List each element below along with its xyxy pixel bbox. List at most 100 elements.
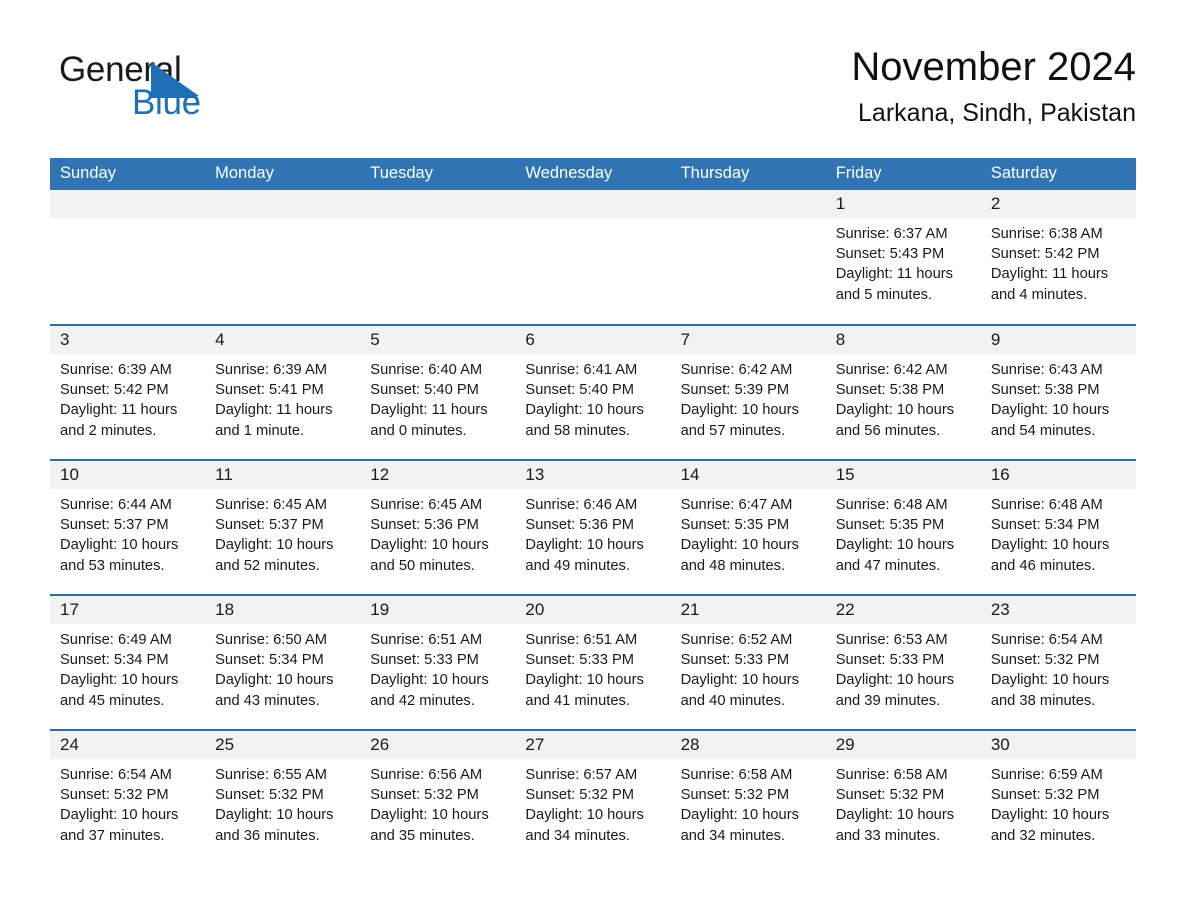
day-number: 26 — [360, 731, 516, 759]
day-number: 20 — [515, 596, 671, 624]
daylight-text-line1: Daylight: 10 hours — [525, 402, 644, 419]
weekday-header-saturday: Saturday — [980, 158, 1136, 190]
calendar-day-cell[interactable]: 22 Sunrise: 6:53 AM Sunset: 5:33 PM Dayligh… — [825, 594, 981, 730]
daylight-text-line2: and 0 minutes. — [370, 422, 467, 439]
sunrise-text: Sunrise: 6:45 AM — [370, 497, 483, 513]
calendar-day-cell[interactable]: 2 Sunrise: 6:38 AM Sunset: 5:42 PM Daylight… — [980, 190, 1136, 325]
calendar-day-cell[interactable]: 6 Sunrise: 6:41 AM Sunset: 5:40 PM Daylight… — [515, 324, 671, 460]
day-details: Sunrise: 6:40 AM Sunset: 5:40 PM Daylight:… — [360, 354, 515, 441]
day-details: Sunrise: 6:44 AM Sunset: 5:37 PM Daylight:… — [50, 489, 205, 576]
sunset-text: Sunset: 5:43 PM — [835, 246, 945, 263]
calendar-day-cell[interactable]: 16 Sunrise: 6:48 AM Sunset: 5:34 PM Dayligh… — [980, 459, 1136, 595]
daylight-text-line1: Daylight: 11 hours — [60, 402, 178, 419]
day-number: 19 — [360, 596, 516, 624]
day-details: Sunrise: 6:58 AM Sunset: 5:32 PM Daylight:… — [826, 759, 981, 846]
sunset-text: Sunset: 5:32 PM — [680, 787, 790, 804]
generalblue-logo[interactable]: General Blue — [59, 52, 359, 132]
day-details: Sunrise: 6:48 AM Sunset: 5:34 PM Daylight:… — [981, 489, 1136, 576]
sunset-text: Sunset: 5:37 PM — [215, 517, 324, 534]
daylight-text-line2: and 45 minutes. — [60, 692, 165, 709]
day-details: Sunrise: 6:45 AM Sunset: 5:37 PM Daylight:… — [205, 489, 360, 576]
daylight-text-line2: and 48 minutes. — [680, 557, 786, 574]
weekday-header-tuesday: Tuesday — [360, 158, 516, 190]
calendar-day-cell[interactable]: 27 Sunrise: 6:57 AM Sunset: 5:32 PM Dayligh… — [515, 729, 671, 865]
sunrise-text: Sunrise: 6:38 AM — [990, 226, 1103, 242]
daylight-text-line2: and 47 minutes. — [835, 557, 941, 574]
daylight-text-line2: and 42 minutes. — [370, 692, 475, 709]
daylight-text-line2: and 52 minutes. — [215, 557, 320, 574]
weekday-header-monday: Monday — [205, 158, 361, 190]
calendar-day-cell[interactable]: 23 Sunrise: 6:54 AM Sunset: 5:32 PM Dayligh… — [980, 594, 1136, 730]
calendar-day-cell[interactable]: 4 Sunrise: 6:39 AM Sunset: 5:41 PM Daylight… — [205, 324, 361, 460]
day-number: 18 — [205, 596, 361, 624]
title-block: November 2024 Larkana, Sindh, Pakistan — [851, 44, 1136, 128]
calendar-day-cell[interactable]: 20 Sunrise: 6:51 AM Sunset: 5:33 PM Dayligh… — [515, 594, 671, 730]
calendar-body: 1 Sunrise: 6:37 AM Sunset: 5:43 PM Daylight… — [50, 190, 1136, 865]
day-number: 14 — [670, 461, 826, 489]
calendar-day-cell[interactable]: 29 Sunrise: 6:58 AM Sunset: 5:32 PM Dayligh… — [825, 729, 981, 865]
calendar-day-cell[interactable]: 10 Sunrise: 6:44 AM Sunset: 5:37 PM Dayligh… — [50, 459, 206, 595]
calendar-day-cell[interactable]: 11 Sunrise: 6:45 AM Sunset: 5:37 PM Dayligh… — [205, 459, 361, 595]
day-number: 11 — [205, 461, 361, 489]
sunrise-text: Sunrise: 6:48 AM — [990, 497, 1103, 513]
daylight-text-line1: Daylight: 11 hours — [990, 266, 1109, 283]
calendar-day-cell[interactable]: 17 Sunrise: 6:49 AM Sunset: 5:34 PM Dayligh… — [50, 594, 206, 730]
calendar-day-cell[interactable]: 9 Sunrise: 6:43 AM Sunset: 5:38 PM Daylight… — [980, 324, 1136, 460]
day-number: 7 — [670, 326, 826, 354]
daylight-text-line1: Daylight: 10 hours — [370, 672, 489, 689]
calendar-day-cell[interactable]: 3 Sunrise: 6:39 AM Sunset: 5:42 PM Daylight… — [50, 324, 206, 460]
calendar-day-cell[interactable]: 28 Sunrise: 6:58 AM Sunset: 5:32 PM Dayligh… — [670, 729, 826, 865]
sunrise-text: Sunrise: 6:42 AM — [835, 362, 948, 378]
daylight-text-line1: Daylight: 10 hours — [215, 537, 334, 554]
sunset-text: Sunset: 5:39 PM — [680, 382, 790, 399]
sunset-text: Sunset: 5:34 PM — [215, 652, 324, 669]
logo-text-blue: Blue — [132, 83, 201, 122]
calendar-day-cell[interactable]: 13 Sunrise: 6:46 AM Sunset: 5:36 PM Dayligh… — [515, 459, 671, 595]
calendar-day-cell[interactable]: 8 Sunrise: 6:42 AM Sunset: 5:38 PM Daylight… — [825, 324, 981, 460]
calendar-day-cell[interactable]: 21 Sunrise: 6:52 AM Sunset: 5:33 PM Dayligh… — [670, 594, 826, 730]
calendar-day-cell[interactable]: 30 Sunrise: 6:59 AM Sunset: 5:32 PM Dayligh… — [980, 729, 1136, 865]
daylight-text-line1: Daylight: 10 hours — [680, 807, 799, 824]
day-number: 22 — [825, 596, 981, 624]
day-details: Sunrise: 6:55 AM Sunset: 5:32 PM Daylight:… — [205, 759, 360, 846]
calendar-day-cell[interactable]: 15 Sunrise: 6:48 AM Sunset: 5:35 PM Dayligh… — [825, 459, 981, 595]
daylight-text-line2: and 40 minutes. — [680, 692, 786, 709]
calendar-day-cell[interactable]: 7 Sunrise: 6:42 AM Sunset: 5:39 PM Daylight… — [670, 324, 826, 460]
daylight-text-line2: and 2 minutes. — [60, 422, 157, 439]
calendar-day-cell[interactable]: 24 Sunrise: 6:54 AM Sunset: 5:32 PM Dayligh… — [50, 729, 206, 865]
day-number: 21 — [670, 596, 826, 624]
sunset-text: Sunset: 5:41 PM — [215, 382, 324, 399]
daylight-text-line1: Daylight: 10 hours — [990, 807, 1110, 824]
calendar-day-cell[interactable]: 18 Sunrise: 6:50 AM Sunset: 5:34 PM Dayligh… — [205, 594, 361, 730]
daylight-text-line2: and 58 minutes. — [525, 422, 630, 439]
calendar-day-cell[interactable]: 25 Sunrise: 6:55 AM Sunset: 5:32 PM Dayligh… — [205, 729, 361, 865]
calendar-day-cell[interactable]: 14 Sunrise: 6:47 AM Sunset: 5:35 PM Dayligh… — [670, 459, 826, 595]
calendar-day-cell[interactable]: 12 Sunrise: 6:45 AM Sunset: 5:36 PM Dayligh… — [360, 459, 516, 595]
daylight-text-line1: Daylight: 10 hours — [835, 402, 955, 419]
sunrise-text: Sunrise: 6:37 AM — [835, 226, 948, 242]
page-header: General Blue November 2024 Larkana, Sind… — [0, 0, 1188, 158]
day-details: Sunrise: 6:42 AM Sunset: 5:39 PM Daylight:… — [671, 354, 826, 441]
daylight-text-line2: and 34 minutes. — [525, 827, 630, 844]
daylight-text-line2: and 35 minutes. — [370, 827, 475, 844]
sunrise-text: Sunrise: 6:47 AM — [680, 497, 793, 513]
daylight-text-line1: Daylight: 10 hours — [835, 537, 955, 554]
day-number — [50, 190, 206, 218]
calendar-day-cell[interactable]: 5 Sunrise: 6:40 AM Sunset: 5:40 PM Daylight… — [360, 324, 516, 460]
daylight-text-line1: Daylight: 10 hours — [60, 672, 179, 689]
day-number — [515, 190, 671, 218]
calendar-day-cell[interactable]: 1 Sunrise: 6:37 AM Sunset: 5:43 PM Daylight… — [825, 190, 981, 325]
calendar-day-cell[interactable]: 19 Sunrise: 6:51 AM Sunset: 5:33 PM Dayligh… — [360, 594, 516, 730]
day-details: Sunrise: 6:56 AM Sunset: 5:32 PM Daylight:… — [360, 759, 515, 846]
sunrise-text: Sunrise: 6:51 AM — [370, 632, 483, 648]
day-details: Sunrise: 6:45 AM Sunset: 5:36 PM Daylight:… — [360, 489, 515, 576]
daylight-text-line2: and 39 minutes. — [835, 692, 941, 709]
calendar-day-cell-empty — [515, 190, 671, 325]
calendar-table: Sunday Monday Tuesday Wednesday Thursday… — [50, 158, 1136, 865]
daylight-text-line1: Daylight: 10 hours — [370, 537, 489, 554]
day-details: Sunrise: 6:47 AM Sunset: 5:35 PM Daylight:… — [671, 489, 826, 576]
day-details: Sunrise: 6:37 AM Sunset: 5:43 PM Daylight:… — [826, 218, 981, 305]
day-details: Sunrise: 6:41 AM Sunset: 5:40 PM Daylight:… — [515, 354, 670, 441]
calendar-day-cell[interactable]: 26 Sunrise: 6:56 AM Sunset: 5:32 PM Dayligh… — [360, 729, 516, 865]
day-number — [205, 190, 361, 218]
